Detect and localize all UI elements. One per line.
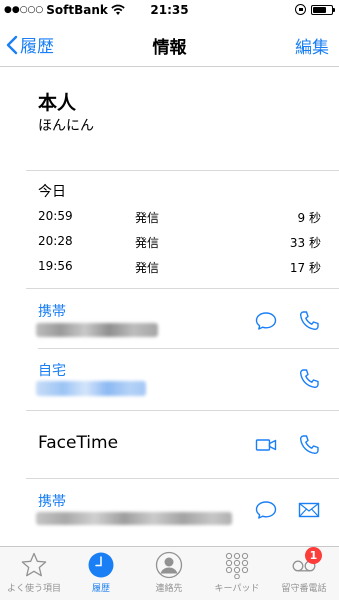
video-camera-icon <box>255 439 277 451</box>
tab-label: キーパッド <box>214 584 260 594</box>
redacted-phone-number[interactable] <box>36 381 146 396</box>
call-button[interactable] <box>296 308 322 334</box>
keypad-icon <box>223 551 251 580</box>
status-right <box>295 4 335 15</box>
call-duration: 17 秒 <box>289 261 321 275</box>
contacts-icon <box>155 551 183 579</box>
call-duration: 9 秒 <box>297 211 321 225</box>
message-button[interactable] <box>253 308 279 334</box>
rotation-lock-icon <box>295 4 306 15</box>
status-bar: ●●○○○ SoftBank 21:35 <box>0 0 339 20</box>
call-row: 19:56 発信 17 秒 <box>38 259 321 277</box>
tab-label: 留守番電話 <box>281 584 327 594</box>
clock-icon <box>87 551 115 579</box>
tab-voicemail[interactable]: 1 留守番電話 <box>270 547 338 594</box>
facetime-video-button[interactable] <box>253 432 279 458</box>
divider <box>38 348 339 349</box>
divider <box>26 288 339 289</box>
redacted-phone-number[interactable] <box>36 323 158 337</box>
tab-contacts[interactable]: 連絡先 <box>135 551 203 594</box>
contact-name: 本人 <box>38 92 77 114</box>
call-type: 発信 <box>135 211 160 225</box>
call-duration: 33 秒 <box>289 236 321 250</box>
tab-label: 連絡先 <box>155 584 183 594</box>
mobile-label: 携帯 <box>38 304 66 320</box>
page-title: 情報 <box>152 38 187 58</box>
star-icon <box>20 551 48 579</box>
tab-keypad[interactable]: キーパッド <box>203 551 271 594</box>
message-button[interactable] <box>253 497 279 523</box>
contact-reading: ほんにん <box>38 118 94 134</box>
call-time: 20:59 <box>38 209 73 223</box>
facetime-label: FaceTime <box>38 433 119 453</box>
call-row: 20:28 発信 33 秒 <box>38 234 321 252</box>
tab-label: よく使う項目 <box>6 584 61 594</box>
redacted-address[interactable] <box>36 512 232 525</box>
edit-button[interactable]: 編集 <box>295 33 329 58</box>
envelope-icon <box>298 502 320 518</box>
mobile-label: 携帯 <box>38 494 66 510</box>
status-time: 21:35 <box>150 3 189 17</box>
facetime-audio-button[interactable] <box>296 432 322 458</box>
call-time: 19:56 <box>38 259 73 273</box>
tab-recents[interactable]: 履歴 <box>67 551 135 594</box>
recents-date-heading: 今日 <box>38 184 66 200</box>
call-button[interactable] <box>296 366 322 392</box>
divider <box>26 410 339 411</box>
tab-favorites[interactable]: よく使う項目 <box>0 551 68 594</box>
navigation-bar: 履歴 情報 編集 <box>0 20 339 67</box>
call-type: 発信 <box>135 261 160 275</box>
phone-icon <box>299 435 319 455</box>
tab-label: 履歴 <box>91 584 110 594</box>
phone-icon <box>299 369 319 389</box>
battery-icon <box>311 4 335 15</box>
tab-bar: よく使う項目 履歴 連絡先 キーパッド 1 留守番電話 <box>0 546 339 600</box>
call-time: 20:28 <box>38 234 73 248</box>
divider <box>26 170 339 171</box>
home-label: 自宅 <box>38 363 66 379</box>
divider <box>26 478 339 479</box>
voicemail-badge: 1 <box>305 547 322 564</box>
voicemail-icon: 1 <box>290 547 322 579</box>
call-row: 20:59 発信 9 秒 <box>38 209 321 227</box>
call-type: 発信 <box>135 236 160 250</box>
phone-icon <box>299 311 319 331</box>
mail-button[interactable] <box>296 497 322 523</box>
message-bubble-icon <box>255 501 277 519</box>
message-bubble-icon <box>255 312 277 330</box>
